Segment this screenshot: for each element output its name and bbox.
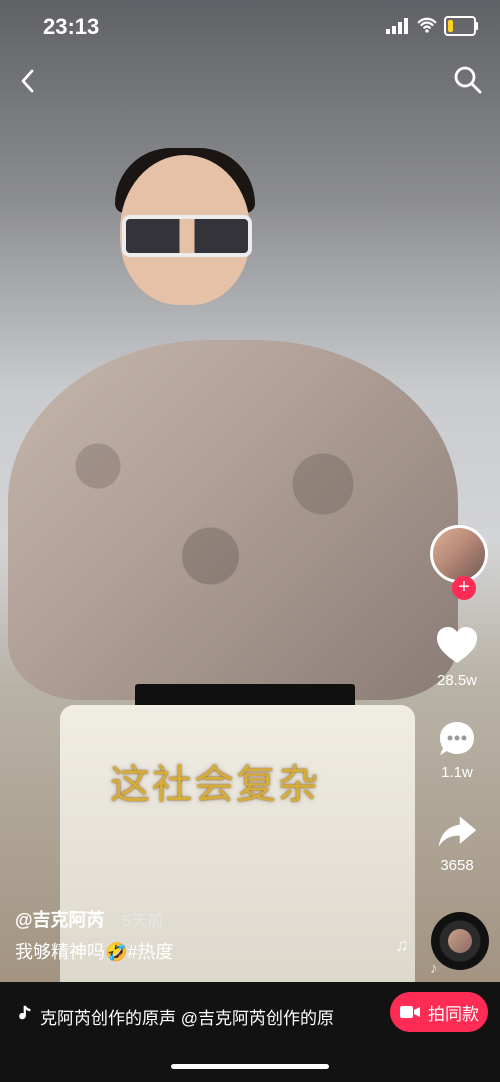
post-caption: 我够精神吗🤣#热度 [15, 938, 173, 964]
printed-shirt [8, 340, 458, 700]
tiktok-music-icon [19, 1005, 31, 1020]
signal-icon [386, 18, 408, 34]
author-name[interactable]: @吉克阿芮 [15, 910, 105, 930]
share-icon[interactable] [426, 810, 488, 854]
shoot-same-label: 拍同款 [428, 1004, 479, 1024]
battery-level [448, 20, 453, 32]
share-count: 3658 [440, 857, 474, 874]
comment-count: 1.1w [441, 764, 473, 781]
video-player[interactable]: 这社会复杂 [0, 0, 500, 982]
music-note-icon: ♫ [395, 935, 409, 955]
status-bar: 23:13 [0, 0, 500, 54]
comment-icon[interactable] [426, 714, 488, 762]
heart-icon[interactable] [426, 620, 488, 668]
like-count: 28.5w [436, 672, 478, 689]
sunglasses [122, 215, 252, 257]
author-line: @吉克阿芮 · 5天前 [15, 906, 163, 932]
hashtag[interactable]: #热度 [127, 942, 173, 962]
plus-icon[interactable]: + [452, 576, 476, 600]
author-avatar[interactable] [430, 525, 488, 583]
wifi-icon [417, 17, 437, 33]
rofl-emoji: 🤣 [105, 942, 128, 962]
battery-icon [444, 16, 476, 36]
status-time: 23:13 [43, 14, 100, 39]
shoot-same-button[interactable]: 拍同款 [390, 992, 488, 1032]
camera-icon [400, 1006, 420, 1018]
music-note-icon: ♪ [430, 960, 438, 977]
caption-text: 我够精神吗 [15, 942, 105, 962]
post-time: · 5天前 [112, 913, 164, 930]
music-title[interactable]: 克阿芮创作的原声 @吉克阿芮创作的原 [40, 1004, 360, 1029]
disc-center-avatar [448, 929, 472, 953]
battery-cap [475, 22, 478, 30]
chevron-left-icon[interactable] [14, 66, 44, 96]
home-indicator [171, 1064, 329, 1069]
search-icon[interactable] [452, 64, 484, 96]
video-subtitle: 这社会复杂 [110, 762, 320, 808]
